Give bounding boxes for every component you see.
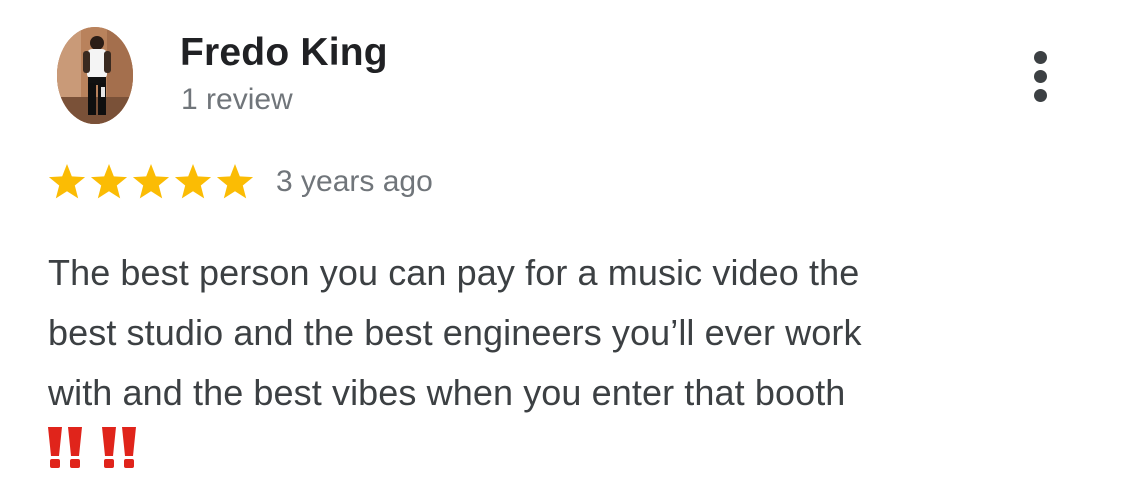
reviewer-review-count: 1 review [181,83,293,116]
review-text-line: with and the best vibes when you enter t… [48,372,846,413]
review-text-line: best studio and the best engineers you’l… [48,312,862,353]
star-icon [216,163,254,201]
star-icon [48,163,86,201]
double-exclamation-icon [44,425,88,474]
more-vert-icon-dot-middle [1034,70,1047,83]
more-vert-icon-dot-top [1034,51,1047,64]
star-rating [48,163,258,201]
review-emoji-row [44,424,152,474]
star-icon [174,163,212,201]
rating-row: 3 years ago [48,162,433,202]
reviewer-avatar[interactable] [57,27,133,124]
review-card: Fredo King 1 review 3 years ago The best… [0,0,1125,480]
review-text: The best person you can pay for a music … [48,243,1048,423]
more-options-button[interactable] [1020,48,1062,106]
review-text-line: The best person you can pay for a music … [48,252,860,293]
review-time: 3 years ago [276,165,433,198]
double-exclamation-icon [98,425,142,474]
more-vert-icon-dot-bottom [1034,89,1047,102]
user-photo-icon [57,27,133,124]
star-icon [132,163,170,201]
reviewer-name[interactable]: Fredo King [180,31,388,75]
star-icon [90,163,128,201]
